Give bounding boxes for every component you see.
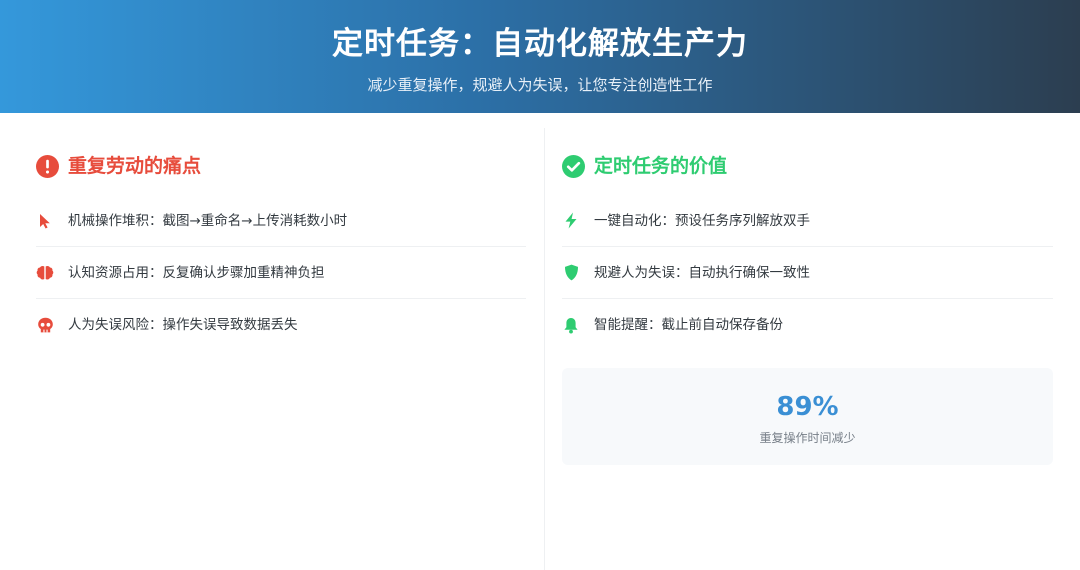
value-text: 一键自动化：预设任务序列解放双手 — [594, 212, 810, 229]
pain-points-title: 重复劳动的痛点 — [68, 155, 202, 177]
list-item: 认知资源占用：反复确认步骤加重精神负担 — [36, 247, 526, 299]
list-item: 规避人为失误：自动执行确保一致性 — [562, 247, 1053, 299]
stat-value: 89% — [776, 392, 839, 422]
pain-points-heading: 重复劳动的痛点 — [36, 146, 526, 186]
pain-point-text: 机械操作堆积：截图→重命名→上传消耗数小时 — [68, 212, 348, 229]
header-banner: 定时任务：自动化解放生产力 减少重复操作，规避人为失误，让您专注创造性工作 — [0, 0, 1080, 113]
check-circle-icon — [562, 154, 585, 178]
brain-icon — [36, 264, 54, 282]
pain-point-text: 人为失误风险：操作失误导致数据丢失 — [68, 317, 298, 333]
list-item: 人为失误风险：操作失误导致数据丢失 — [36, 299, 526, 351]
value-heading: 定时任务的价值 — [562, 146, 1053, 186]
value-list: 一键自动化：预设任务序列解放双手 规避人为失误：自动执行确保一致性 智能提醒：截… — [562, 195, 1053, 351]
cursor-pointer-icon — [36, 212, 54, 230]
pain-points-panel: 重复劳动的痛点 机械操作堆积：截图→重命名→上传消耗数小时 认知资源占用：反复确… — [36, 128, 526, 351]
shield-icon — [562, 264, 580, 282]
skull-icon — [36, 316, 54, 334]
stat-label: 重复操作时间减少 — [759, 431, 856, 445]
page-subtitle: 减少重复操作，规避人为失误，让您专注创造性工作 — [367, 76, 713, 94]
pain-points-list: 机械操作堆积：截图→重命名→上传消耗数小时 认知资源占用：反复确认步骤加重精神负… — [36, 195, 526, 351]
stat-card: 89% 重复操作时间减少 — [562, 368, 1053, 465]
pain-point-text: 认知资源占用：反复确认步骤加重精神负担 — [68, 264, 325, 281]
value-panel: 定时任务的价值 一键自动化：预设任务序列解放双手 规避人为失误：自动执行确保一致… — [562, 128, 1053, 465]
value-text: 智能提醒：截止前自动保存备份 — [594, 317, 783, 333]
exclamation-circle-icon — [36, 154, 59, 178]
value-text: 规避人为失误：自动执行确保一致性 — [594, 264, 810, 281]
list-item: 一键自动化：预设任务序列解放双手 — [562, 195, 1053, 247]
value-title: 定时任务的价值 — [594, 155, 728, 177]
list-item: 机械操作堆积：截图→重命名→上传消耗数小时 — [36, 195, 526, 247]
bell-icon — [562, 316, 580, 334]
list-item: 智能提醒：截止前自动保存备份 — [562, 299, 1053, 351]
page-title: 定时任务：自动化解放生产力 — [332, 26, 748, 62]
column-divider — [544, 128, 545, 570]
lightning-bolt-icon — [562, 212, 580, 230]
